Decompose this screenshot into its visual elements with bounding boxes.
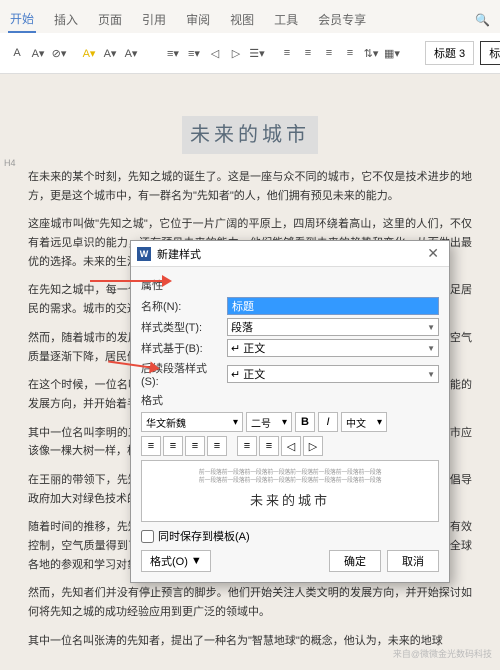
para-group: ≡▾ ≡▾ ◁ ▷ ☰▾ xyxy=(164,44,266,62)
chevron-down-icon: ▼ xyxy=(427,323,435,332)
align-group: ≡ ≡ ≡ ≡ ⇅▾ ▦▾ xyxy=(278,44,401,62)
font-size-inc-icon[interactable]: A▾ xyxy=(29,44,47,62)
ribbon-tabs: 开始 插入 页面 引用 审阅 视图 工具 会员专享 🔍 xyxy=(0,0,500,33)
tab-page[interactable]: 页面 xyxy=(96,7,124,32)
indent-inc-icon[interactable]: ▷ xyxy=(227,44,245,62)
word-icon: W xyxy=(137,247,151,261)
align-justify-icon[interactable]: ≡ xyxy=(341,44,359,62)
style-gallery: 标题 3 标题 4 标题 5 xyxy=(425,41,500,65)
tab-insert[interactable]: 插入 xyxy=(52,7,80,32)
annotation-arrow xyxy=(90,280,170,282)
chevron-down-icon: ▾ xyxy=(377,417,382,428)
new-style-dialog: W 新建样式 ✕ 属性 名称(N): 样式类型(T): 段落▼ 样式基于(B):… xyxy=(130,240,450,583)
chevron-down-icon: ▾ xyxy=(282,417,287,428)
font-size-dec-icon[interactable]: A xyxy=(8,44,26,62)
align-justify-button[interactable]: ≡ xyxy=(207,436,227,456)
ok-button[interactable]: 确定 xyxy=(329,550,381,572)
shading-icon[interactable]: A▾ xyxy=(122,44,140,62)
style-heading4[interactable]: 标题 4 xyxy=(480,41,500,65)
dialog-title-text: 新建样式 xyxy=(157,246,201,262)
tab-tools[interactable]: 工具 xyxy=(272,7,300,32)
align-left-icon[interactable]: ≡ xyxy=(278,44,296,62)
tab-review[interactable]: 审阅 xyxy=(184,7,212,32)
bold-button[interactable]: B xyxy=(295,412,315,432)
indent-left-button[interactable]: ◁ xyxy=(281,436,301,456)
section-format: 格式 xyxy=(141,392,439,408)
indent-dec-icon[interactable]: ◁ xyxy=(206,44,224,62)
line-spacing-icon[interactable]: ⇅▾ xyxy=(362,44,380,62)
based-label: 样式基于(B): xyxy=(141,340,223,356)
paragraph[interactable]: 然而，先知者们并没有停止预言的脚步。他们开始关注人类文明的发展方向，并开始探讨如… xyxy=(28,584,472,621)
style-preview: 前一段落前一段落前一段落前一段落前一段落前一段落前一段落前一段落前一段落前一段落… xyxy=(141,460,439,522)
spacing-dec-button[interactable]: ≡ xyxy=(259,436,279,456)
dialog-titlebar: W 新建样式 ✕ xyxy=(131,241,449,267)
highlight-icon[interactable]: A▾ xyxy=(80,44,98,62)
cancel-button[interactable]: 取消 xyxy=(387,550,439,572)
based-select[interactable]: ↵ 正文▼ xyxy=(227,339,439,357)
search-icon[interactable]: 🔍 xyxy=(473,9,492,31)
paragraph[interactable]: 在未来的某个时刻，先知之城的诞生了。这是一座与众不同的城市，它不仅是技术进步的地… xyxy=(28,168,472,205)
save-template-checkbox[interactable] xyxy=(141,530,154,543)
spacing-inc-button[interactable]: ≡ xyxy=(237,436,257,456)
follow-select[interactable]: ↵ 正文▼ xyxy=(227,365,439,383)
type-select[interactable]: 段落▼ xyxy=(227,318,439,336)
chevron-down-icon: ▼ xyxy=(191,555,202,567)
section-properties: 属性 xyxy=(141,277,439,293)
save-template-label: 同时保存到模板(A) xyxy=(158,528,250,544)
number-list-icon[interactable]: ≡▾ xyxy=(185,44,203,62)
heading-level-marker: H4 xyxy=(4,156,16,171)
chevron-down-icon: ▾ xyxy=(233,417,238,428)
italic-button[interactable]: I xyxy=(318,412,338,432)
preview-title-text: 未来的城市 xyxy=(150,490,430,509)
align-right-icon[interactable]: ≡ xyxy=(320,44,338,62)
border-icon[interactable]: ▦▾ xyxy=(383,44,401,62)
clear-format-icon[interactable]: ⊘▾ xyxy=(50,44,68,62)
font-group: A A▾ ⊘▾ xyxy=(8,44,68,62)
bullet-list-icon[interactable]: ≡▾ xyxy=(164,44,182,62)
align-center-icon[interactable]: ≡ xyxy=(299,44,317,62)
sort-icon[interactable]: ☰▾ xyxy=(248,44,266,62)
align-center-button[interactable]: ≡ xyxy=(163,436,183,456)
indent-right-button[interactable]: ▷ xyxy=(303,436,323,456)
font-select[interactable]: 华文新魏▾ xyxy=(141,412,243,432)
toolbar: A A▾ ⊘▾ A▾ A▾ A▾ ≡▾ ≡▾ ◁ ▷ ☰▾ ≡ ≡ ≡ ≡ ⇅▾… xyxy=(0,33,500,74)
chevron-down-icon: ▼ xyxy=(427,370,435,379)
name-input[interactable] xyxy=(227,297,439,315)
tab-vip[interactable]: 会员专享 xyxy=(316,7,368,32)
format-dropdown-button[interactable]: 格式(O)▼ xyxy=(141,550,211,572)
watermark-text: 来自@微微金光数码科技 xyxy=(393,647,492,660)
doc-title[interactable]: 未来的城市 xyxy=(182,116,318,154)
tab-start[interactable]: 开始 xyxy=(8,6,36,33)
align-left-button[interactable]: ≡ xyxy=(141,436,161,456)
font-color-icon[interactable]: A▾ xyxy=(101,44,119,62)
type-label: 样式类型(T): xyxy=(141,319,223,335)
tab-view[interactable]: 视图 xyxy=(228,7,256,32)
close-icon[interactable]: ✕ xyxy=(423,245,443,262)
tab-ref[interactable]: 引用 xyxy=(140,7,168,32)
style-heading3[interactable]: 标题 3 xyxy=(425,41,474,65)
name-label: 名称(N): xyxy=(141,298,223,314)
align-right-button[interactable]: ≡ xyxy=(185,436,205,456)
chevron-down-icon: ▼ xyxy=(427,344,435,353)
lang-select[interactable]: 中文▾ xyxy=(341,412,387,432)
font-style-group: A▾ A▾ A▾ xyxy=(80,44,140,62)
size-select[interactable]: 二号▾ xyxy=(246,412,292,432)
